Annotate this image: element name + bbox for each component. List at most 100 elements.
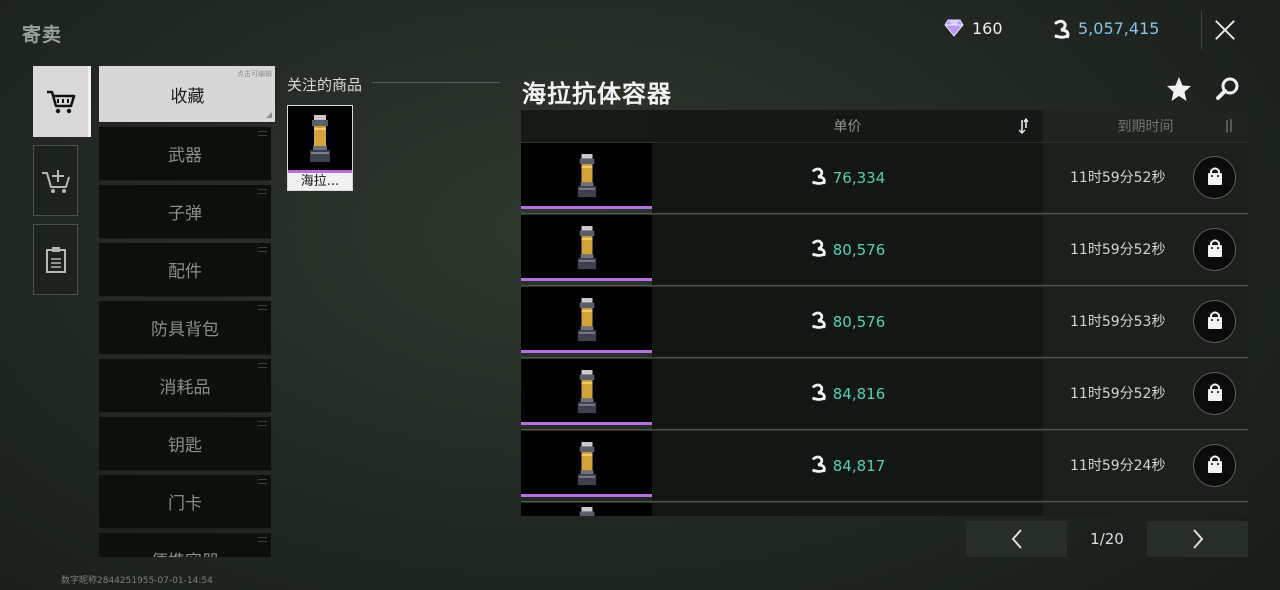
category-ammo[interactable]: 子弹 — [99, 185, 271, 239]
unit-price: 80,576 — [832, 313, 886, 331]
buy-button[interactable] — [1193, 372, 1236, 415]
category-containers[interactable]: 便携容器 — [99, 533, 271, 557]
category-tag: 点击可编辑 — [237, 70, 272, 78]
buy-button[interactable] — [1193, 228, 1236, 271]
coin-icon — [810, 311, 828, 333]
watchlist-item-name: 海拉... — [288, 173, 352, 190]
category-armor-backpack[interactable]: 防具背包 — [99, 301, 271, 355]
buy-button[interactable] — [1193, 156, 1236, 199]
category-attachments[interactable]: 配件 — [99, 243, 271, 297]
star-icon[interactable] — [1166, 76, 1192, 102]
sort-by-expiry[interactable]: 到期时间 — [1043, 110, 1248, 142]
expiry-cell: 11时59分24秒 — [1043, 431, 1248, 501]
price-cell: 76,334 — [652, 143, 1043, 213]
page-title: 寄卖 — [22, 24, 63, 46]
item-thumbnail — [521, 215, 652, 281]
buy-button[interactable] — [1193, 300, 1236, 343]
sort-by-price[interactable]: 单价 — [652, 110, 1043, 142]
coin-icon — [810, 239, 828, 261]
column-expiry-label: 到期时间 — [1117, 119, 1174, 135]
grip-icon — [258, 421, 267, 426]
rarity-bar — [521, 494, 652, 497]
listing-row[interactable]: 84,816 11时59分52秒 — [521, 358, 1248, 430]
category-label: 便携容器 — [151, 547, 219, 557]
coin-balance: 5,057,415 — [1078, 19, 1160, 38]
item-thumbnail — [521, 287, 652, 353]
coin-icon — [810, 455, 828, 477]
listing-row[interactable]: 80,576 11时59分52秒 — [521, 214, 1248, 286]
grip-icon — [258, 131, 267, 136]
category-keycards[interactable]: 门卡 — [99, 475, 271, 529]
category-favorites[interactable]: 点击可编辑 收藏 — [99, 66, 275, 123]
expiry-time: 11时59分52秒 — [1070, 242, 1166, 258]
rarity-bar — [521, 206, 652, 209]
rail-records-button[interactable] — [33, 224, 78, 295]
item-thumbnail — [521, 431, 652, 497]
item-thumbnail — [521, 143, 652, 209]
watchlist-item[interactable]: 海拉... — [287, 105, 353, 191]
grip-icon — [258, 305, 267, 310]
unit-price: 76,334 — [832, 169, 886, 187]
category-label: 子弹 — [168, 204, 202, 224]
rail-buy-button[interactable] — [33, 66, 91, 137]
rarity-bar — [521, 422, 652, 425]
sort-icon — [1226, 119, 1232, 133]
category-list: 点击可编辑 收藏 武器 子弹 配件 防具背包 消耗品 钥匙 门卡 便携容器 — [99, 66, 275, 557]
expiry-cell — [1043, 503, 1248, 516]
item-thumbnail — [289, 107, 351, 170]
grip-icon — [258, 189, 267, 194]
price-cell: 84,816 — [652, 359, 1043, 429]
search-icon[interactable] — [1215, 76, 1241, 102]
watchlist-title: 关注的商品 — [287, 76, 363, 94]
close-button[interactable] — [1201, 11, 1245, 49]
prev-page-button[interactable] — [966, 521, 1067, 557]
price-cell — [652, 503, 1043, 516]
header-image-cell — [521, 110, 652, 142]
grip-icon — [258, 479, 267, 484]
diamond-icon — [944, 19, 964, 37]
shopping-bag-icon — [1205, 382, 1225, 406]
table-header: 单价 到期时间 — [521, 110, 1248, 142]
price-cell: 80,576 — [652, 287, 1043, 357]
category-consumables[interactable]: 消耗品 — [99, 359, 271, 413]
expiry-cell: 11时59分53秒 — [1043, 287, 1248, 357]
category-label: 门卡 — [168, 494, 202, 514]
listing-rows: 76,334 11时59分52秒 80,576 11时59分52秒 80,576 11时5… — [521, 142, 1248, 516]
expiry-cell: 11时59分52秒 — [1043, 215, 1248, 285]
chevron-right-icon — [1192, 529, 1203, 549]
category-label: 武器 — [168, 146, 202, 166]
watermark-text: 数字昵称2844251955-07-01-14:54 — [61, 576, 213, 586]
buy-button[interactable] — [1193, 444, 1236, 487]
category-keys[interactable]: 钥匙 — [99, 417, 271, 471]
rarity-bar — [521, 278, 652, 281]
cart-icon — [46, 90, 75, 113]
shopping-bag-icon — [1205, 166, 1225, 190]
next-page-button[interactable] — [1147, 521, 1248, 557]
expiry-cell: 11时59分52秒 — [1043, 143, 1248, 213]
category-label: 收藏 — [170, 86, 205, 107]
gem-balance: 160 — [972, 19, 1003, 38]
category-label: 消耗品 — [159, 378, 211, 398]
shopping-bag-icon — [1205, 310, 1225, 334]
listing-row-partial — [521, 502, 1248, 516]
column-price-label: 单价 — [833, 119, 862, 135]
category-label: 钥匙 — [168, 436, 202, 456]
antibody-container-icon — [310, 114, 330, 162]
grip-icon — [258, 537, 267, 542]
listing-row[interactable]: 80,576 11时59分53秒 — [521, 286, 1248, 358]
rail-sell-button[interactable] — [33, 145, 78, 216]
item-title: 海拉抗体容器 — [522, 80, 672, 108]
price-cell: 80,576 — [652, 215, 1043, 285]
unit-price: 84,816 — [832, 385, 886, 403]
expiry-time: 11时59分52秒 — [1070, 170, 1166, 186]
sort-icon — [1019, 118, 1029, 134]
category-weapons[interactable]: 武器 — [99, 127, 271, 181]
coin-icon — [810, 383, 828, 405]
listing-row[interactable]: 76,334 11时59分52秒 — [521, 142, 1248, 214]
cart-add-icon — [41, 169, 70, 193]
category-label: 防具背包 — [151, 320, 219, 340]
listing-row[interactable]: 84,817 11时59分24秒 — [521, 430, 1248, 502]
unit-price: 84,817 — [832, 457, 886, 475]
expiry-time: 11时59分53秒 — [1070, 314, 1166, 330]
category-label: 配件 — [168, 262, 202, 282]
